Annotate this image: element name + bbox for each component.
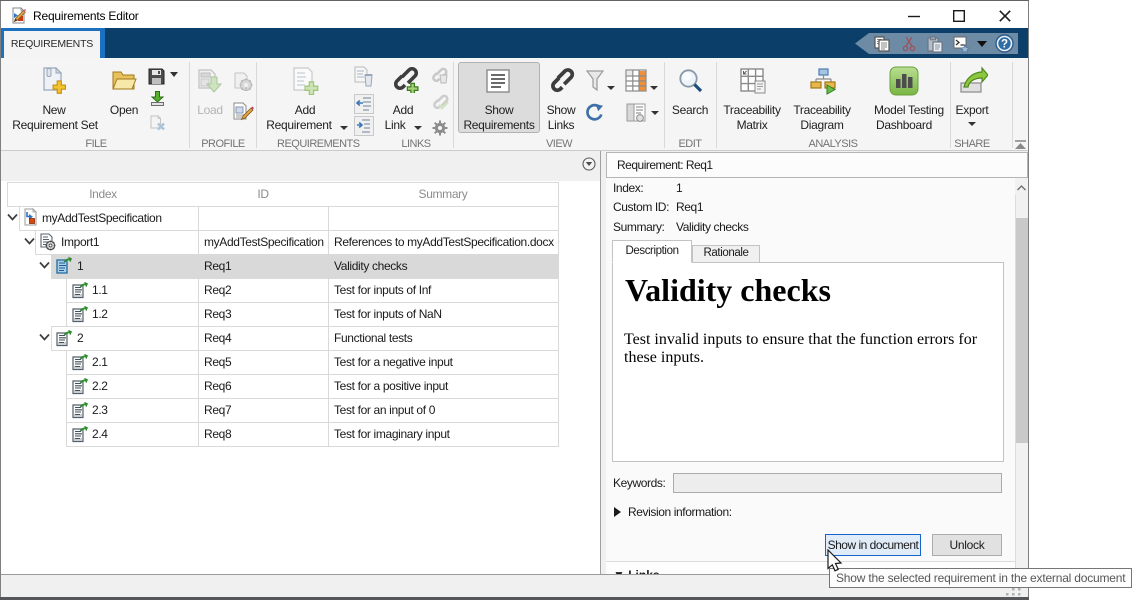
svg-text:?: ? xyxy=(1001,39,1008,51)
